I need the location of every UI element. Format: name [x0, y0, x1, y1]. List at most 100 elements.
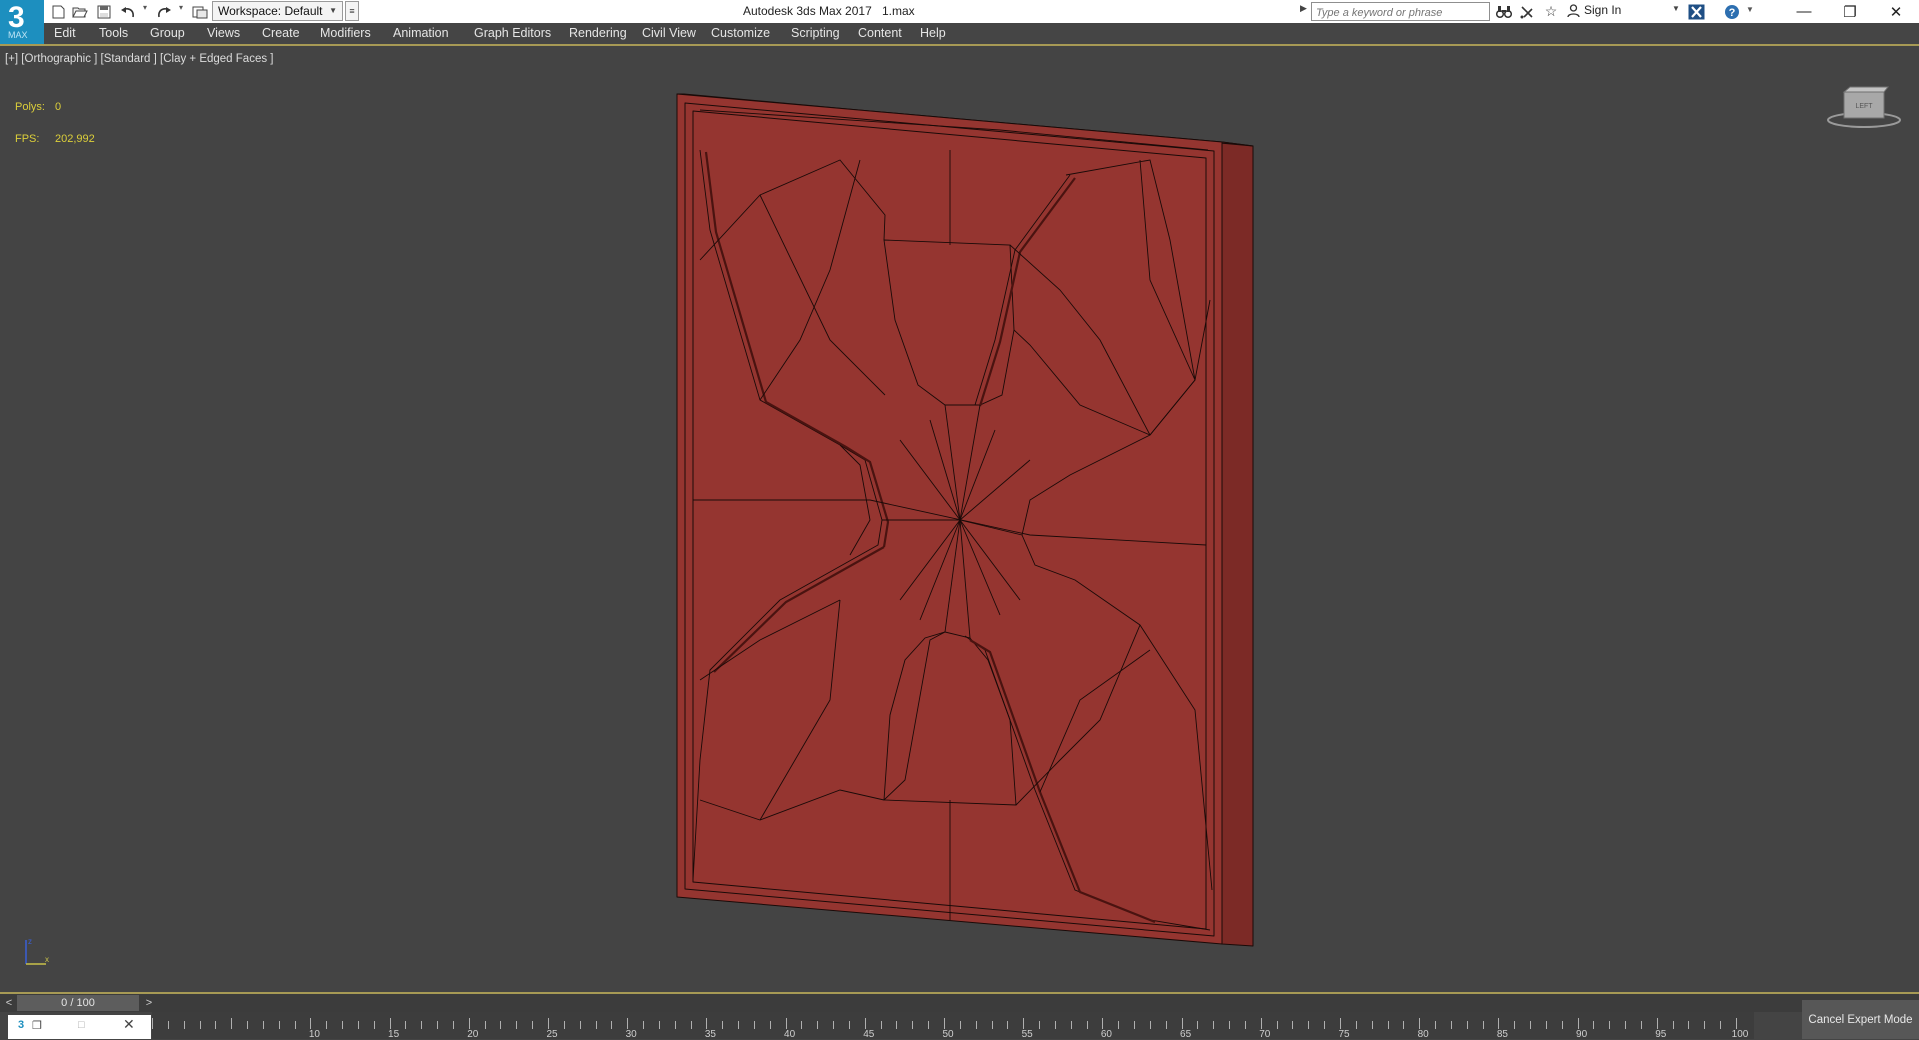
undo-icon[interactable]	[118, 2, 138, 22]
search-input[interactable]	[1312, 4, 1489, 22]
menu-group[interactable]: Group	[150, 26, 185, 40]
sign-in-label: Sign In	[1584, 3, 1622, 17]
timeline-tick	[437, 1021, 439, 1029]
close-mini-icon[interactable]: ✕	[123, 1016, 135, 1033]
fps-label: FPS:	[15, 133, 40, 145]
open-file-icon[interactable]	[70, 2, 90, 22]
timeline-tick	[1007, 1021, 1009, 1029]
svg-text:?: ?	[1729, 7, 1736, 19]
timeline-tick-label: 75	[1338, 1029, 1350, 1040]
timeline-ruler[interactable]: 10 15 20 25 30 35 40 45 50 55 60 65 70 75 80 85 90 95 100	[152, 1012, 1754, 1040]
project-folder-icon[interactable]	[190, 2, 210, 22]
viewport-label[interactable]: [+] [Orthographic ] [Standard ] [Clay + …	[5, 53, 273, 65]
timeline-tick	[611, 1021, 613, 1029]
restore-button[interactable]: ❐	[1827, 0, 1873, 23]
redo-icon[interactable]	[154, 2, 174, 22]
satellite-icon[interactable]	[1517, 2, 1537, 21]
menu-tools[interactable]: Tools	[99, 26, 128, 40]
search-box[interactable]	[1311, 2, 1490, 22]
menu-graph-editors[interactable]: Graph Editors	[474, 26, 551, 40]
menu-content[interactable]: Content	[858, 26, 902, 40]
time-slider[interactable]: < 0 / 100 >	[0, 994, 1919, 1012]
timeline-tick	[817, 1021, 819, 1029]
axis-x-label: x	[45, 955, 49, 964]
timeline-tick	[1213, 1021, 1215, 1029]
menu-edit[interactable]: Edit	[54, 26, 76, 40]
timeline-tick	[595, 1021, 597, 1029]
timeline-tick	[310, 1018, 312, 1029]
timeline-tick	[1450, 1021, 1452, 1029]
undo-dropdown-icon[interactable]: ▾	[143, 3, 147, 12]
timeline-tick	[880, 1021, 882, 1029]
new-file-icon[interactable]	[48, 2, 68, 22]
menu-help[interactable]: Help	[920, 26, 946, 40]
timeline-tick	[1561, 1021, 1563, 1029]
star-icon[interactable]: ☆	[1541, 2, 1561, 21]
time-next-button[interactable]: >	[142, 995, 156, 1011]
help-dropdown-icon[interactable]: ▼	[1746, 5, 1754, 14]
timeline-tick	[1609, 1021, 1611, 1029]
model-panel[interactable]	[0, 46, 1919, 992]
timeline-tick	[785, 1018, 787, 1029]
menu-create[interactable]: Create	[262, 26, 300, 40]
menu-scripting[interactable]: Scripting	[791, 26, 840, 40]
time-slider-thumb[interactable]: 0 / 100	[17, 995, 139, 1011]
timeline-tick	[1340, 1018, 1341, 1029]
timeline-tick	[769, 1021, 771, 1029]
timeline-tick	[674, 1021, 676, 1029]
timeline-tick-label: 90	[1576, 1029, 1588, 1040]
help-icon[interactable]: ?	[1722, 2, 1742, 21]
sign-in-dropdown-icon[interactable]: ▼	[1672, 4, 1680, 13]
title-bar: 3 MAX ▾ ▾ Workspace: Default ▼ ≡ Autodes…	[0, 0, 1919, 44]
sign-in-button[interactable]: Sign In	[1567, 3, 1621, 17]
timeline-tick	[1688, 1021, 1690, 1029]
timeline-tick	[801, 1021, 803, 1029]
axis-z-label: z	[28, 937, 32, 946]
timeline-tick-label: 60	[1100, 1029, 1112, 1040]
menu-bar: Edit Tools Group Views Create Modifiers …	[44, 23, 1919, 44]
timeline-tick	[1355, 1021, 1357, 1029]
binoculars-icon[interactable]	[1494, 2, 1514, 21]
workspace-dropdown[interactable]: Workspace: Default ▼	[212, 1, 343, 21]
timeline-tick	[1039, 1021, 1041, 1029]
menu-rendering[interactable]: Rendering	[569, 26, 627, 40]
restore-mini-icon[interactable]: ❐	[32, 1019, 42, 1032]
viewcube-icon[interactable]: LEFT	[1826, 84, 1902, 132]
timeline-tick	[1545, 1021, 1547, 1029]
timeline-tick	[738, 1021, 740, 1029]
timeline-tick	[1640, 1021, 1642, 1029]
close-button[interactable]: ✕	[1873, 0, 1919, 23]
app-title: Autodesk 3ds Max 2017	[743, 4, 872, 18]
timeline-tick	[1419, 1018, 1421, 1029]
timeline-tick	[1260, 1018, 1262, 1029]
timeline-tick	[1165, 1021, 1167, 1029]
app-logo[interactable]: 3 MAX	[0, 0, 44, 44]
time-prev-button[interactable]: <	[2, 995, 16, 1011]
timeline-tick-label: 20	[467, 1029, 479, 1040]
minimize-button[interactable]: —	[1781, 0, 1827, 23]
timeline-tick-label: 50	[942, 1029, 954, 1040]
menu-civil-view[interactable]: Civil View	[642, 26, 696, 40]
timeline-tick	[1054, 1021, 1056, 1029]
redo-dropdown-icon[interactable]: ▾	[179, 3, 183, 12]
timeline-tick	[959, 1021, 961, 1029]
save-icon[interactable]	[94, 2, 114, 22]
timeline-tick	[1387, 1021, 1389, 1029]
timeline-tick	[1577, 1018, 1579, 1029]
user-icon	[1567, 3, 1580, 17]
cancel-expert-mode-button[interactable]: Cancel Expert Mode	[1802, 1000, 1919, 1039]
search-expand-icon[interactable]: ▶	[1300, 3, 1307, 14]
timeline-tick	[1102, 1018, 1104, 1029]
minimized-window-tab[interactable]: 3 ❐ □ ✕	[8, 1015, 151, 1039]
exchange-icon[interactable]	[1686, 2, 1706, 21]
menu-views[interactable]: Views	[207, 26, 240, 40]
menu-customize[interactable]: Customize	[711, 26, 770, 40]
viewport[interactable]: [+] [Orthographic ] [Standard ] [Clay + …	[0, 46, 1919, 992]
maximize-mini-icon[interactable]: □	[78, 1019, 85, 1031]
timeline-tick	[484, 1021, 486, 1029]
timeline-tick	[389, 1018, 391, 1029]
timeline-tick-label: 65	[1180, 1029, 1192, 1040]
menu-animation[interactable]: Animation	[393, 26, 449, 40]
workspace-menu-icon[interactable]: ≡	[345, 1, 359, 21]
menu-modifiers[interactable]: Modifiers	[320, 26, 371, 40]
